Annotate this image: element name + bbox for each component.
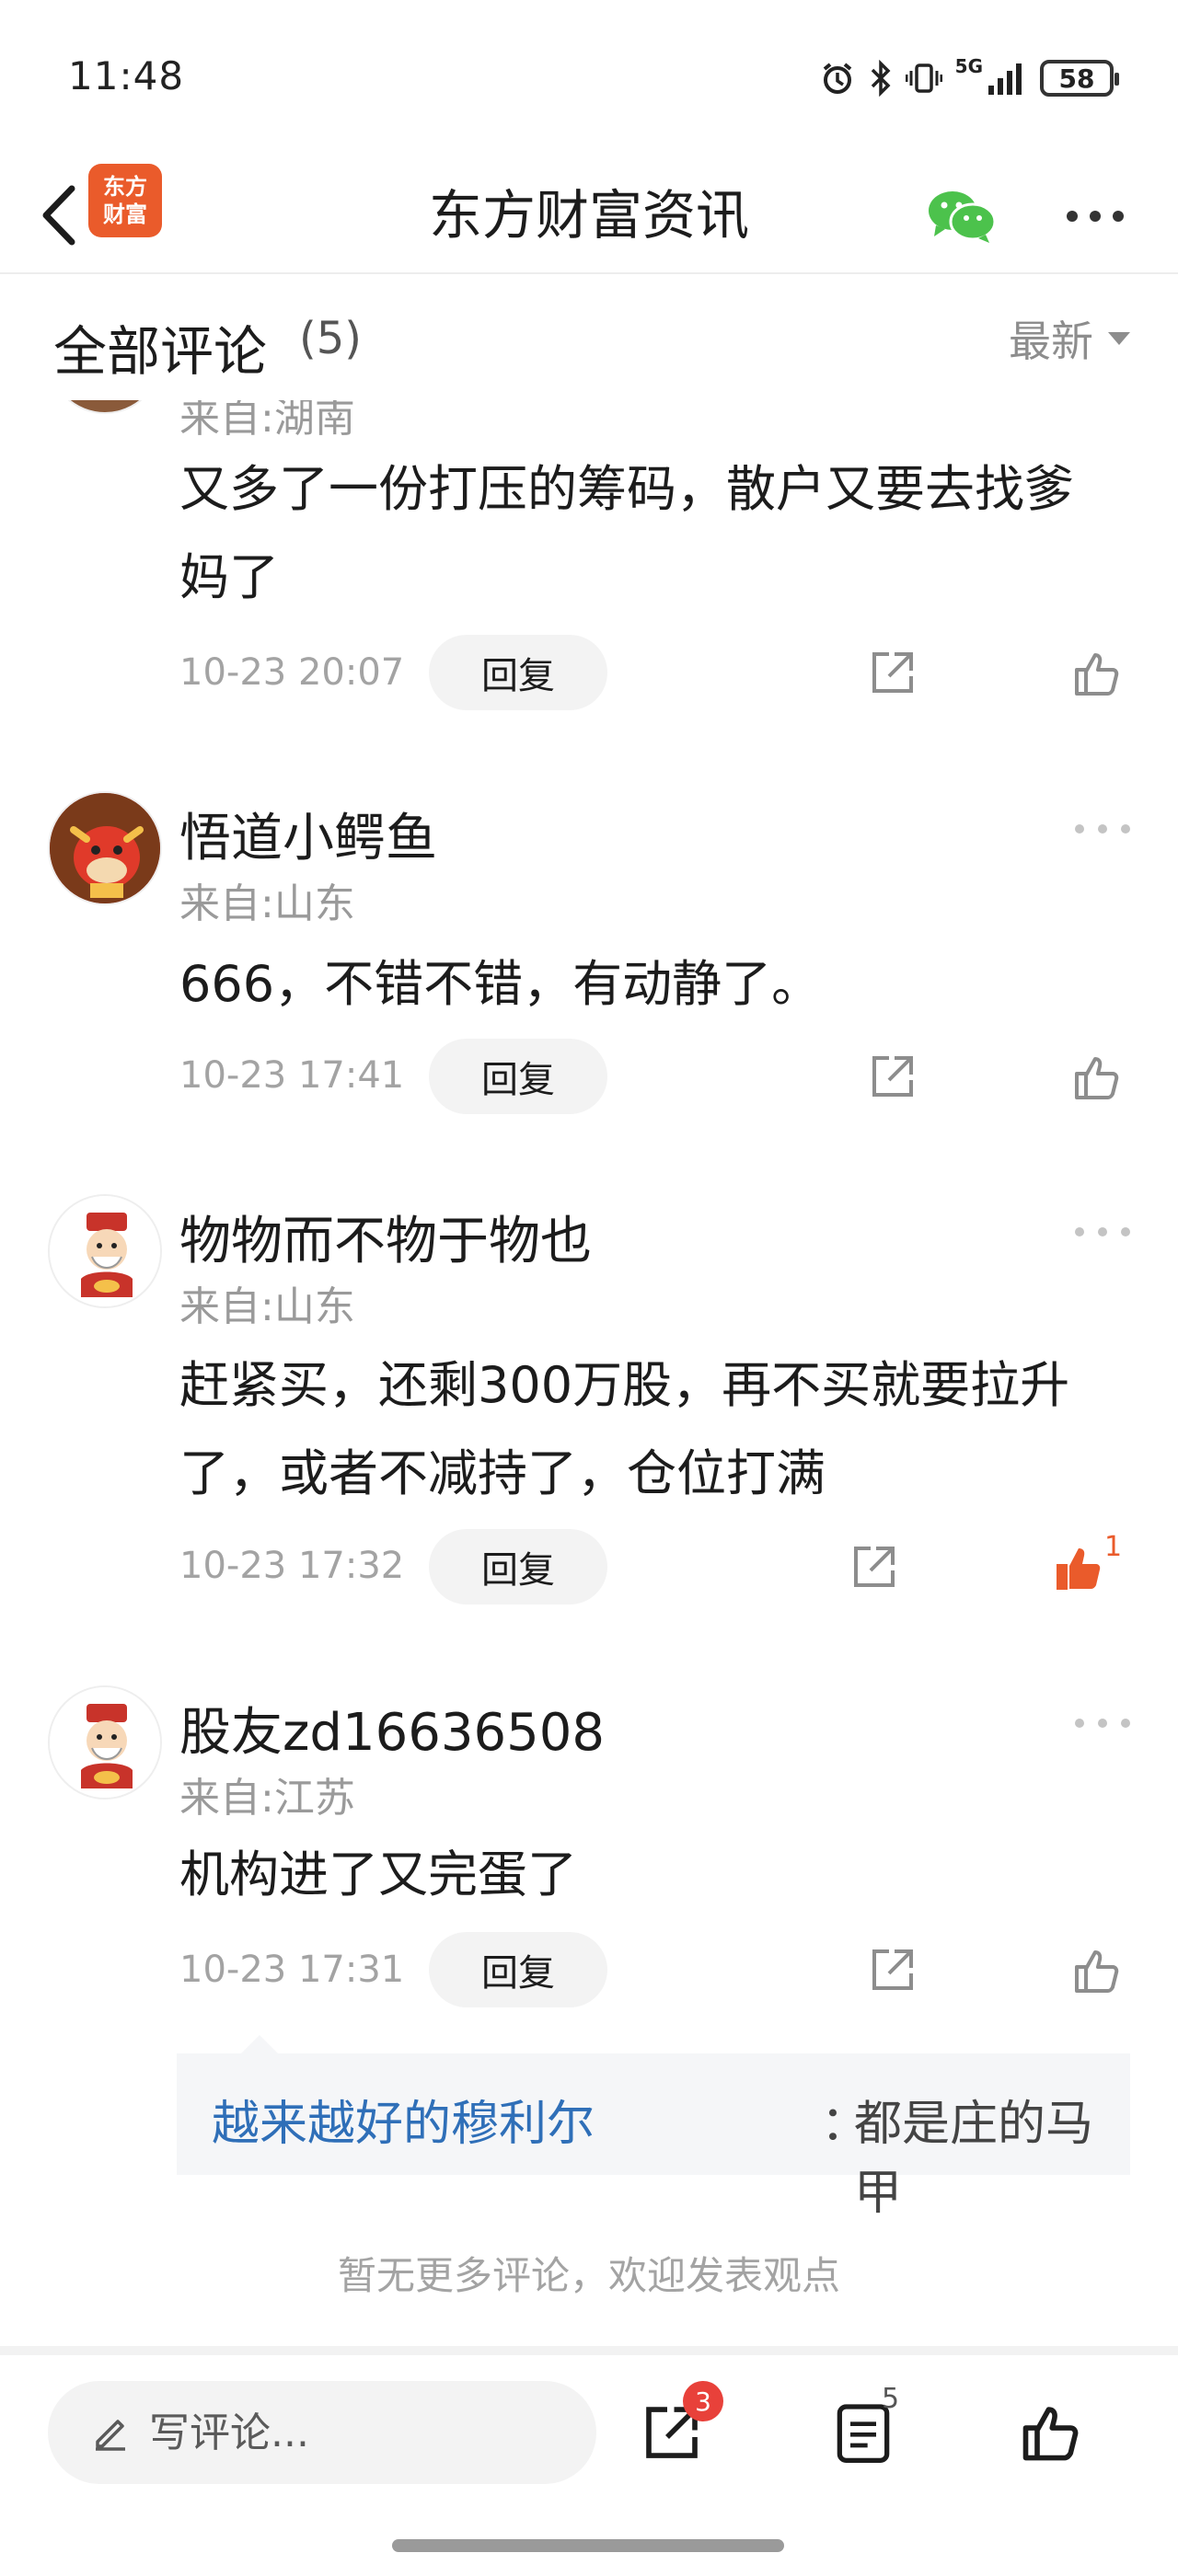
status-time: 11:48 xyxy=(68,53,185,98)
comment-more-button[interactable] xyxy=(1075,815,1130,843)
share-button[interactable] xyxy=(860,1044,925,1109)
more-options-button[interactable] xyxy=(1054,175,1137,258)
divider xyxy=(0,2346,1178,2355)
chevron-left-icon xyxy=(42,185,75,246)
reply-button[interactable]: 回复 xyxy=(429,1932,607,2007)
comments-title: 全部评论 xyxy=(53,320,268,383)
share-button[interactable] xyxy=(860,1938,925,2002)
top-nav-bar: 东方财富资讯 xyxy=(0,156,1178,274)
avatar[interactable] xyxy=(48,1194,162,1308)
avatar-fortune-god-image xyxy=(50,1196,160,1306)
bottom-action-bar: 3 5 xyxy=(0,2355,1178,2576)
avatar-fortune-god-image xyxy=(50,1687,160,1798)
logo-text-bottom: 财富 xyxy=(103,201,147,227)
share-icon xyxy=(872,652,913,693)
comments-count: (5) xyxy=(299,313,362,364)
comment-author[interactable]: 物物而不物于物也 xyxy=(179,1200,592,1274)
thumbs-up-icon xyxy=(1075,1057,1119,1099)
signal-icon xyxy=(988,63,1022,95)
comment-content: 666，不错不错，有动静了。 xyxy=(179,955,822,1013)
comment-more-button[interactable] xyxy=(1075,1218,1130,1246)
dot xyxy=(1075,1227,1084,1236)
thumbs-up-icon xyxy=(1075,1950,1119,1993)
comment-location: 来自:山东 xyxy=(179,1283,355,1330)
like-article-button[interactable] xyxy=(1007,2388,1095,2477)
avatar[interactable] xyxy=(48,1685,162,1800)
comments-list-button[interactable]: 5 xyxy=(819,2383,907,2477)
battery-icon: 58 xyxy=(1040,60,1119,97)
sub-reply-author[interactable]: 越来越好的穆利尔 xyxy=(212,2085,595,2154)
network-label: 5G xyxy=(954,55,983,77)
reply-button[interactable]: 回复 xyxy=(429,1039,607,1114)
comment-location: 来自:山东 xyxy=(179,880,355,927)
like-button[interactable] xyxy=(1064,1938,1130,2004)
more-horizontal-icon xyxy=(1067,211,1124,222)
sort-label: 最新 xyxy=(1009,316,1093,366)
bluetooth-icon xyxy=(871,60,891,97)
alarm-icon xyxy=(823,63,851,94)
dot xyxy=(1121,1227,1130,1236)
like-button-active[interactable] xyxy=(1045,1535,1112,1601)
comment-time: 10-23 20:07 xyxy=(179,651,405,694)
comments-header: 全部评论 (5) 最新 xyxy=(0,276,1178,400)
share-icon xyxy=(872,1949,913,1990)
sort-dropdown[interactable]: 最新 xyxy=(1009,308,1130,369)
dot xyxy=(1098,1227,1107,1236)
share-button[interactable] xyxy=(842,1535,907,1599)
comment-content: 机构进了又完蛋了 xyxy=(179,1846,577,1903)
wechat-share-button[interactable] xyxy=(920,175,1003,258)
like-button[interactable] xyxy=(1064,1044,1130,1110)
thumbs-up-icon xyxy=(1022,2407,1079,2461)
dot xyxy=(1121,824,1130,834)
comment-time: 10-23 17:31 xyxy=(179,1949,405,1991)
status-icons: 5G 58 xyxy=(819,55,1119,101)
comment-input[interactable] xyxy=(149,2409,554,2456)
comment-location: 来自:江苏 xyxy=(179,1775,355,1822)
comment-time: 10-23 17:32 xyxy=(179,1545,405,1587)
comment-more-button[interactable] xyxy=(1075,1709,1130,1737)
comment-count-badge: 5 xyxy=(882,2383,900,2415)
share-count-badge: 3 xyxy=(683,2381,723,2421)
reply-button[interactable]: 回复 xyxy=(429,635,607,710)
sub-reply[interactable]: 越来越好的穆利尔 ： 都是庄的马甲 xyxy=(177,2035,1130,2221)
share-icon xyxy=(854,1547,895,1587)
reply-button[interactable]: 回复 xyxy=(429,1529,607,1604)
wechat-icon xyxy=(929,191,997,243)
share-article-button[interactable]: 3 xyxy=(628,2381,723,2477)
home-indicator[interactable] xyxy=(392,2539,784,2552)
like-count: 1 xyxy=(1104,1531,1123,1563)
comment-content: 赶紧买，还剩300万股，再不买就要拉升了，或者不减持了，仓位打满 xyxy=(179,1356,1070,1502)
share-icon xyxy=(872,1056,913,1097)
comment-input-box[interactable] xyxy=(48,2381,596,2484)
comment-author[interactable]: 股友zd16636508 xyxy=(179,1691,605,1765)
like-button[interactable] xyxy=(1064,640,1130,707)
vibrate-icon xyxy=(905,63,942,93)
share-button[interactable] xyxy=(860,640,925,705)
avatar-ox-image xyxy=(50,793,160,903)
comment-content: 又多了一份打压的筹码，散户又要去找爹妈了 xyxy=(179,460,1074,606)
sub-reply-text: 都是庄的马甲 xyxy=(854,2097,1094,2221)
back-button[interactable] xyxy=(22,178,96,252)
dot xyxy=(1121,1719,1130,1728)
pencil-icon xyxy=(96,2420,125,2451)
dot xyxy=(1075,824,1084,834)
no-more-comments-note: 暂无更多评论，欢迎发表观点 xyxy=(337,2253,840,2298)
dot xyxy=(1075,1719,1084,1728)
thumbs-up-icon xyxy=(1075,653,1119,696)
thumbs-up-filled-icon xyxy=(1057,1548,1101,1590)
avatar[interactable] xyxy=(48,791,162,905)
comment-author[interactable]: 悟道小鳄鱼 xyxy=(179,797,437,871)
comment-time: 10-23 17:41 xyxy=(179,1054,405,1097)
dot xyxy=(1098,1719,1107,1728)
caret-down-icon xyxy=(1108,332,1130,345)
app-logo: 东方 财富 xyxy=(88,164,162,237)
dot xyxy=(1098,824,1107,834)
status-bar: 11:48 5G 58 xyxy=(0,0,1178,156)
logo-text-top: 东方 xyxy=(103,174,147,200)
